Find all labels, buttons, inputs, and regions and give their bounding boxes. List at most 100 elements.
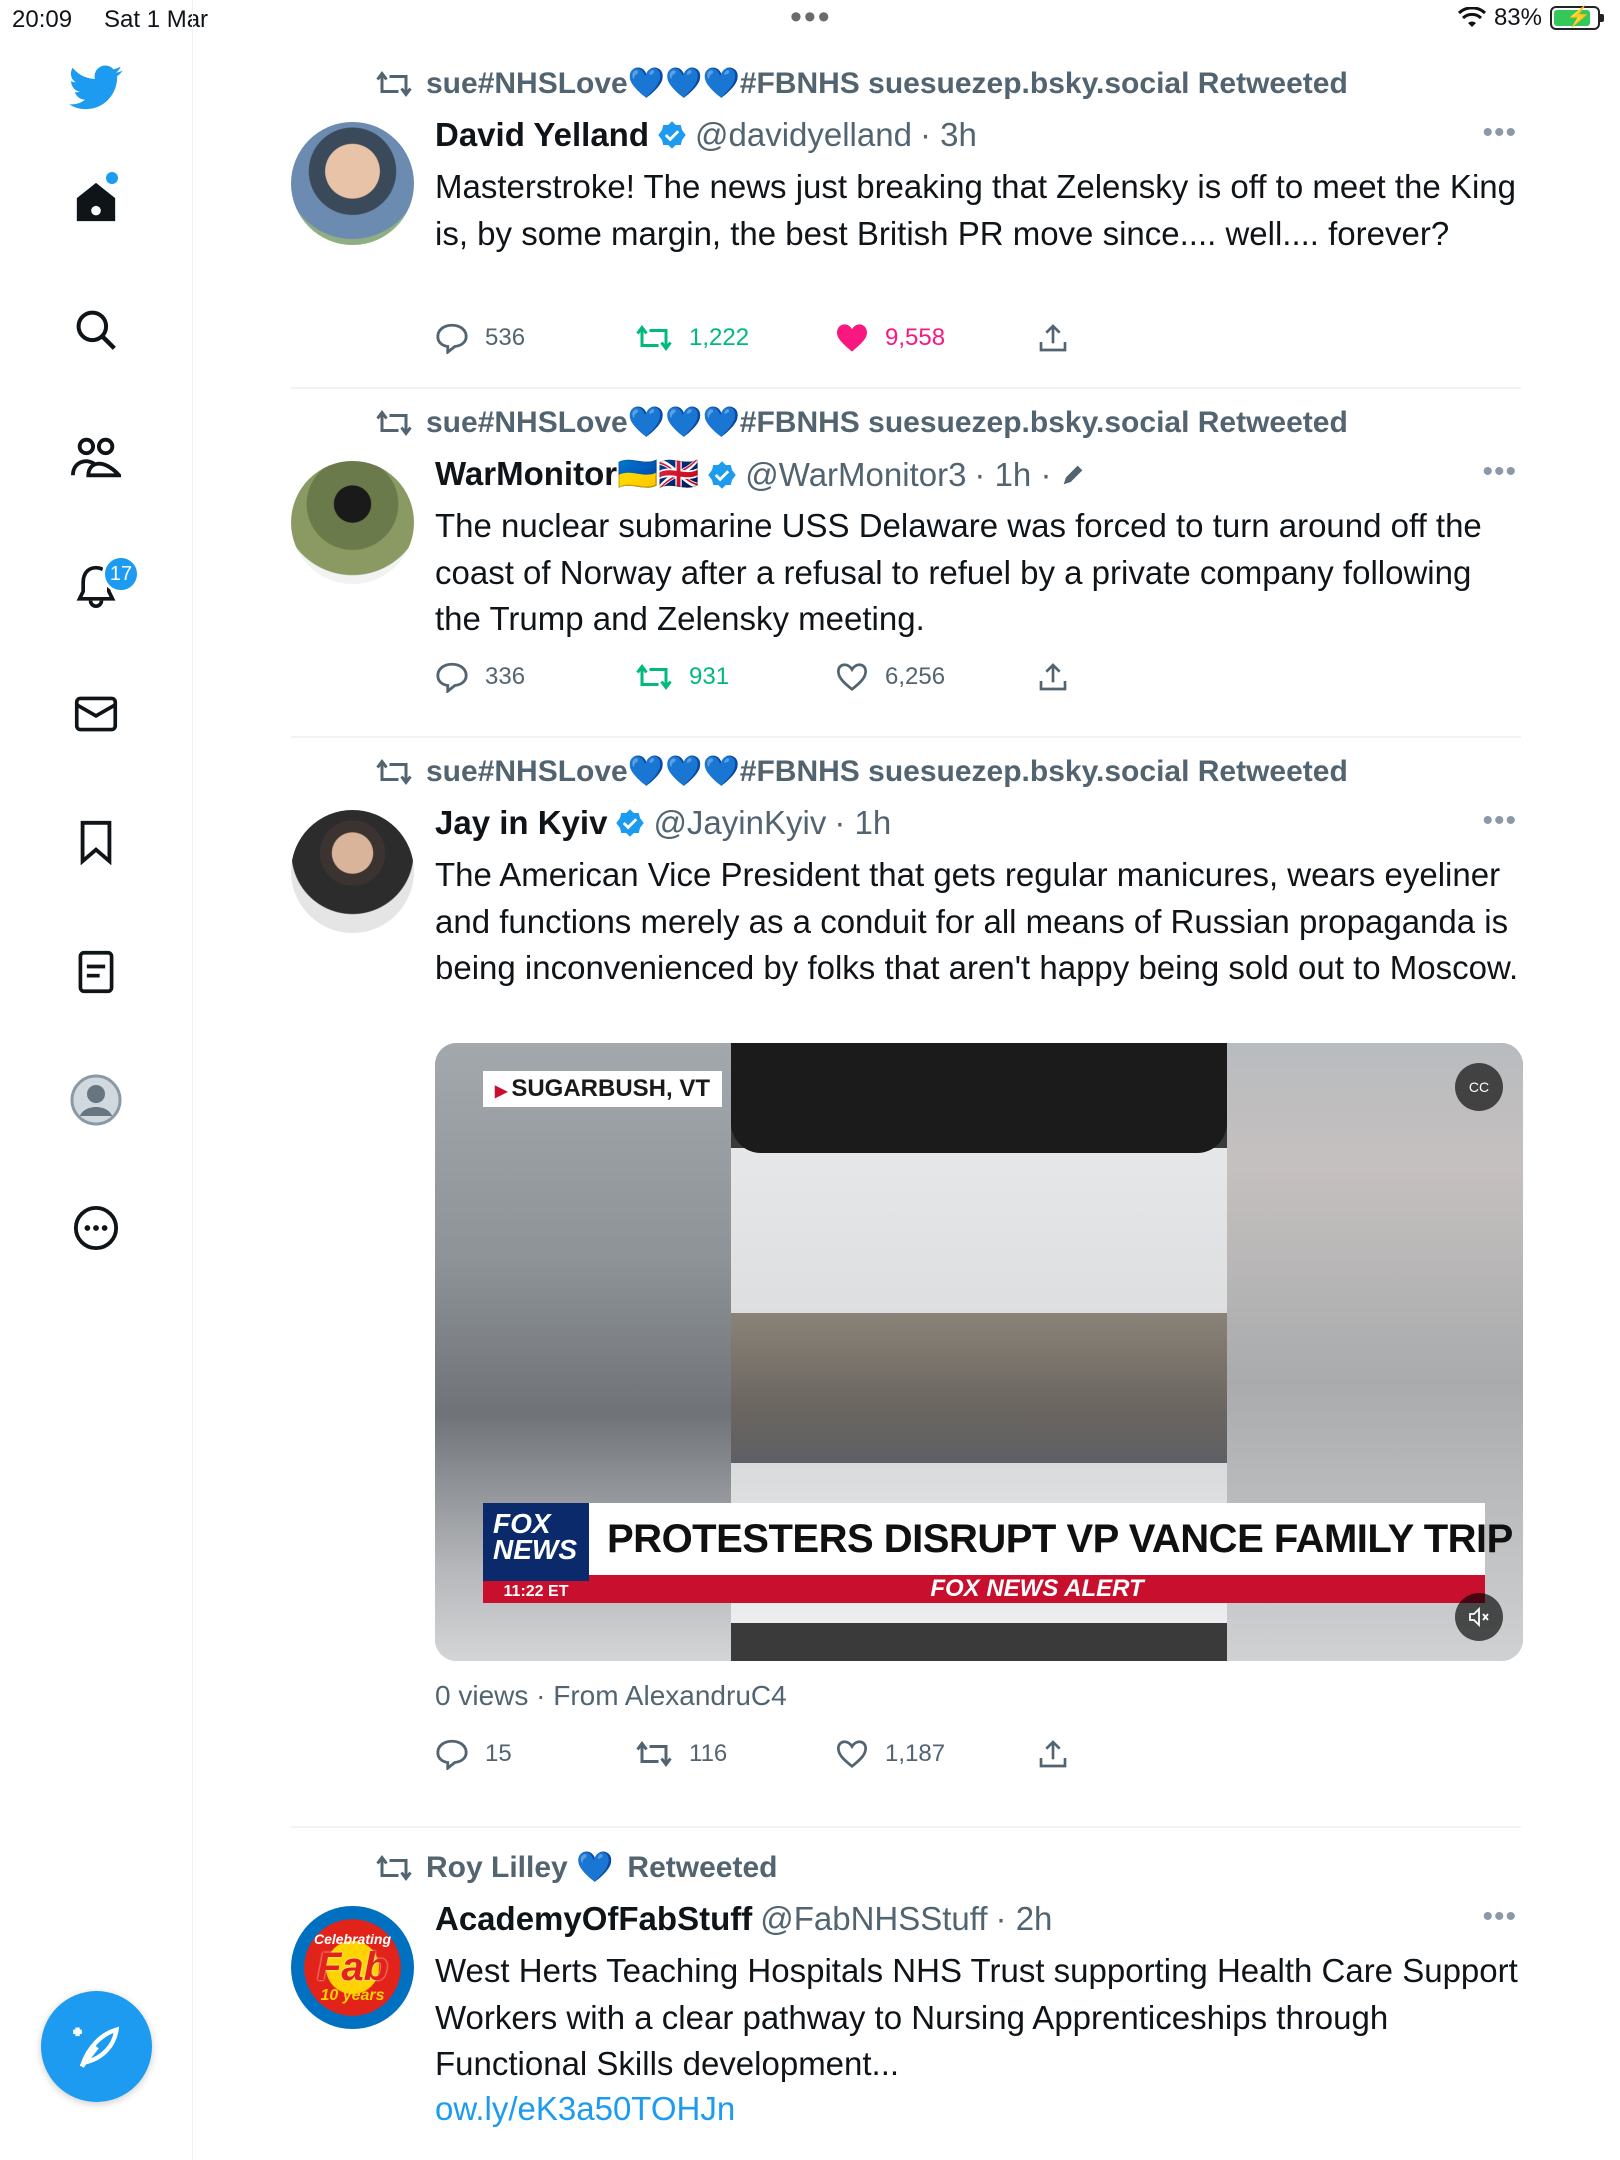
- lists-icon[interactable]: [66, 942, 126, 1002]
- retweet-context: sue#NHSLove💙💙💙#FBNHS suesuezep.bsky.soci…: [376, 66, 1348, 101]
- retweet-count: 116: [689, 1740, 728, 1767]
- news-headline: PROTESTERS DISRUPT VP VANCE FAMILY TRIP …: [589, 1503, 1523, 1575]
- multitask-dots-icon[interactable]: •••: [790, 0, 832, 37]
- communities-icon[interactable]: [66, 428, 126, 488]
- reply-icon: [436, 323, 468, 354]
- tweet-text: West Herts Teaching Hospitals NHS Trust …: [435, 1952, 1518, 2082]
- avatar-academy-of-fab-stuff[interactable]: Celebrating Fab 10 years: [291, 1906, 414, 2029]
- retweet-icon: [636, 664, 672, 690]
- tweet-more-icon[interactable]: •••: [1482, 455, 1517, 489]
- tweet-text: Masterstroke! The news just breaking tha…: [435, 168, 1516, 252]
- share-button[interactable]: [1037, 322, 1069, 354]
- reply-icon: [436, 662, 468, 693]
- tweet-header: AcademyOfFabStuff @FabNHSStuff · 2h: [435, 1900, 1052, 1938]
- retweet-icon: [376, 70, 412, 97]
- tweet-actions: 336 931 6,256: [435, 661, 1069, 693]
- twitter-logo-icon[interactable]: [66, 58, 126, 118]
- reply-button[interactable]: 536: [435, 322, 635, 354]
- reply-button[interactable]: 336: [435, 661, 635, 693]
- tweet-card[interactable]: sue#NHSLove💙💙💙#FBNHS suesuezep.bsky.soci…: [291, 389, 1521, 738]
- tweet-more-icon[interactable]: •••: [1482, 804, 1517, 838]
- author-handle[interactable]: @JayinKyiv: [653, 804, 826, 842]
- reply-count: 15: [485, 1740, 512, 1767]
- author-name[interactable]: Jay in Kyiv: [435, 804, 607, 842]
- avatar-david-yelland[interactable]: [291, 122, 414, 245]
- tweet-link[interactable]: ow.ly/eK3a50TOHJn: [435, 2090, 735, 2128]
- retweeted-by-text[interactable]: sue#NHSLove💙💙💙#FBNHS suesuezep.bsky.soci…: [426, 754, 1348, 789]
- retweet-icon: [376, 1854, 412, 1881]
- fox-news-logo: FOX NEWS 11:22 ET: [483, 1503, 589, 1603]
- compose-feather-icon: [72, 2026, 119, 2068]
- more-options-icon[interactable]: [66, 1198, 126, 1258]
- battery-icon: ⚡: [1550, 6, 1604, 30]
- tweet-time[interactable]: · 1h ·: [974, 456, 1051, 494]
- retweet-icon: [376, 758, 412, 785]
- tweet-time[interactable]: · 2h: [996, 1900, 1053, 1938]
- retweet-icon: [636, 325, 672, 351]
- retweeted-by-text[interactable]: sue#NHSLove💙💙💙#FBNHS suesuezep.bsky.soci…: [426, 66, 1348, 101]
- edited-pencil-icon[interactable]: [1059, 461, 1087, 489]
- like-button[interactable]: 9,558: [835, 323, 1037, 353]
- status-bar: 20:09 Sat 1 Mar ••• 83% ⚡: [0, 0, 1620, 40]
- share-button[interactable]: [1037, 1738, 1069, 1770]
- timeline-feed: sue#NHSLove💙💙💙#FBNHS suesuezep.bsky.soci…: [291, 50, 1523, 2160]
- wifi-icon: [1457, 7, 1486, 27]
- retweet-context: sue#NHSLove💙💙💙#FBNHS suesuezep.bsky.soci…: [376, 754, 1348, 789]
- video-player[interactable]: ▶ SUGARBUSH, VT CC FOX NEWS 11:22 ET PROT…: [435, 1043, 1523, 1661]
- author-name[interactable]: WarMonitor🇺🇦🇬🇧: [435, 455, 699, 494]
- tweet-header: David Yelland @davidyelland · 3h: [435, 116, 977, 154]
- profile-avatar-icon[interactable]: [66, 1070, 126, 1130]
- tweet-time[interactable]: · 1h: [834, 804, 891, 842]
- reply-button[interactable]: 15: [435, 1738, 635, 1770]
- like-count: 1,187: [885, 1740, 946, 1767]
- tweet-actions: 536 1,222 9,558: [435, 322, 1069, 354]
- bookmarks-icon[interactable]: [66, 812, 126, 872]
- like-button[interactable]: 6,256: [835, 662, 1037, 692]
- author-name[interactable]: AcademyOfFabStuff: [435, 1900, 752, 1938]
- author-handle[interactable]: @FabNHSStuff: [760, 1900, 987, 1938]
- closed-captions-button[interactable]: CC: [1455, 1063, 1503, 1111]
- like-count: 9,558: [885, 324, 946, 351]
- video-views-attribution[interactable]: 0 views · From AlexandruC4: [435, 1680, 787, 1712]
- tweet-more-icon[interactable]: •••: [1482, 116, 1517, 150]
- retweet-button[interactable]: 116: [635, 1739, 835, 1769]
- reply-count: 536: [485, 324, 526, 351]
- like-count: 6,256: [885, 663, 946, 690]
- retweet-count: 931: [689, 663, 730, 690]
- tweet-more-icon[interactable]: •••: [1482, 1900, 1517, 1934]
- retweet-button[interactable]: 931: [635, 662, 835, 692]
- retweet-context: Roy Lilley 💙 Retweeted: [376, 1850, 777, 1885]
- tweet-card[interactable]: sue#NHSLove💙💙💙#FBNHS suesuezep.bsky.soci…: [291, 738, 1523, 1828]
- retweet-button[interactable]: 1,222: [635, 323, 835, 353]
- tweet-text: The American Vice President that gets re…: [435, 856, 1519, 986]
- reply-count: 336: [485, 663, 526, 690]
- like-button[interactable]: 1,187: [835, 1739, 1037, 1769]
- retweet-count: 1,222: [689, 324, 750, 351]
- battery-percent: 83%: [1493, 4, 1542, 31]
- retweeted-by-name[interactable]: Roy Lilley 💙: [426, 1850, 613, 1885]
- avatar-warmonitor[interactable]: [291, 461, 414, 584]
- avatar-jay-in-kyiv[interactable]: [291, 810, 414, 933]
- news-lower-third: FOX NEWS 11:22 ET PROTESTERS DISRUPT VP …: [483, 1503, 1523, 1603]
- author-name[interactable]: David Yelland: [435, 116, 649, 154]
- verified-badge-icon: [658, 121, 686, 149]
- author-handle[interactable]: @WarMonitor3: [745, 456, 966, 494]
- mute-toggle-button[interactable]: [1455, 1593, 1503, 1641]
- heart-filled-icon: [837, 324, 867, 352]
- sidebar: 17: [0, 0, 193, 2160]
- tweet-card[interactable]: sue#NHSLove💙💙💙#FBNHS suesuezep.bsky.soci…: [291, 50, 1521, 389]
- retweet-context: sue#NHSLove💙💙💙#FBNHS suesuezep.bsky.soci…: [376, 405, 1348, 440]
- verified-badge-icon: [616, 809, 645, 837]
- retweeted-by-text[interactable]: sue#NHSLove💙💙💙#FBNHS suesuezep.bsky.soci…: [426, 405, 1348, 440]
- share-button[interactable]: [1037, 661, 1069, 693]
- compose-tweet-button[interactable]: [41, 1991, 152, 2102]
- share-icon: [1039, 1740, 1067, 1768]
- news-alert-bar: FOX NEWS ALERT: [589, 1575, 1485, 1603]
- tweet-card[interactable]: Roy Lilley 💙 Retweeted Celebrating Fab 1…: [291, 1828, 1521, 2160]
- tweet-time[interactable]: · 3h: [920, 116, 977, 154]
- author-handle[interactable]: @davidyelland: [695, 116, 912, 154]
- tweet-text: The nuclear submarine USS Delaware was f…: [435, 507, 1482, 637]
- messages-envelope-icon[interactable]: [66, 684, 126, 744]
- tweet-header: WarMonitor🇺🇦🇬🇧 @WarMonitor3 · 1h ·: [435, 455, 1087, 494]
- search-icon[interactable]: [66, 300, 126, 360]
